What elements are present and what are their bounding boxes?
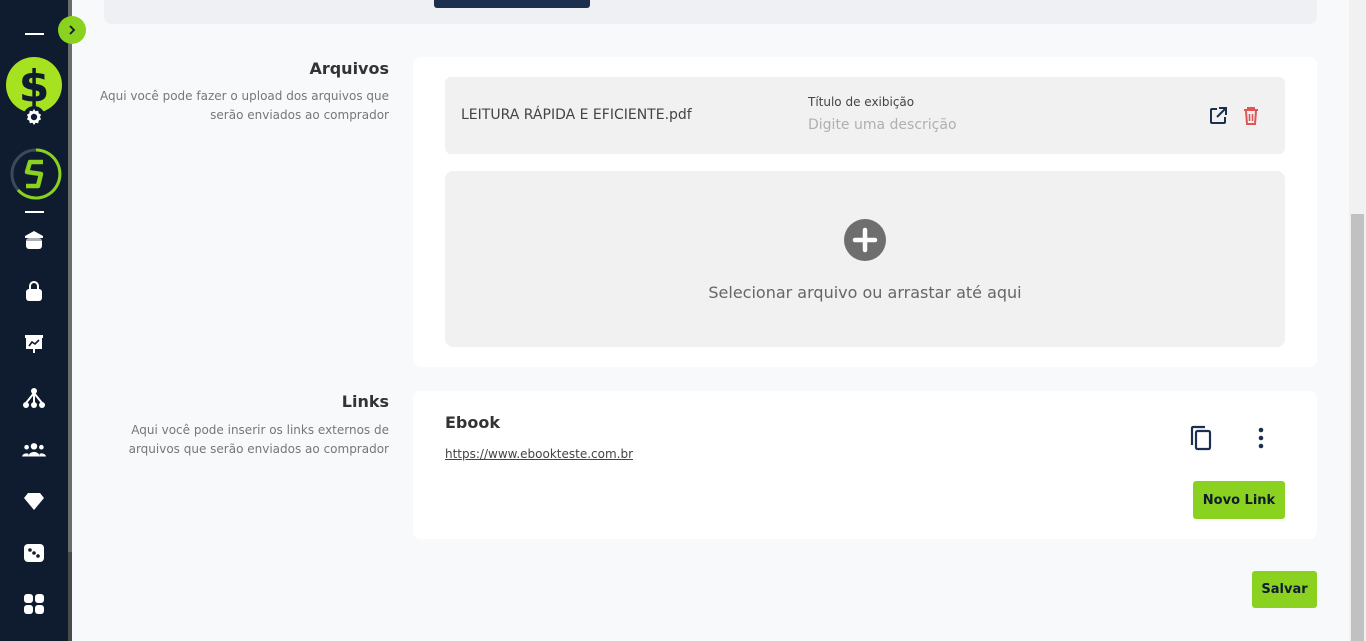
- scrollbar-thumb[interactable]: [1351, 214, 1364, 641]
- page-scrollbar[interactable]: [1349, 0, 1366, 641]
- users-group-icon[interactable]: [22, 438, 46, 462]
- link-item-url[interactable]: https://www.ebookteste.com.br: [445, 447, 633, 461]
- gear-icon[interactable]: [22, 105, 46, 129]
- file-row: LEITURA RÁPIDA E EFICIENTE.pdf Título de…: [445, 77, 1285, 154]
- links-section-title: Links: [341, 392, 389, 411]
- sidebar-edge: [68, 0, 72, 641]
- brand-s-logo[interactable]: [10, 148, 62, 200]
- presentation-chart-icon[interactable]: [22, 331, 46, 355]
- open-external-icon[interactable]: [1206, 104, 1230, 128]
- home-icon[interactable]: [22, 228, 46, 252]
- chevron-right-icon: [69, 25, 76, 35]
- files-section-title: Arquivos: [309, 59, 389, 78]
- delete-icon[interactable]: [1239, 104, 1263, 128]
- links-card: [413, 391, 1317, 539]
- shopping-bag-icon[interactable]: [22, 280, 46, 304]
- svg-text:$: $: [19, 62, 50, 108]
- previous-section-button[interactable]: [434, 0, 590, 8]
- divider: [25, 211, 44, 213]
- save-button[interactable]: Salvar: [1252, 571, 1317, 608]
- dice-icon[interactable]: [22, 541, 46, 565]
- files-section-description: Aqui você pode fazer o upload dos arquiv…: [99, 89, 389, 122]
- copy-icon[interactable]: [1189, 425, 1213, 451]
- diamond-icon[interactable]: [22, 489, 46, 513]
- network-icon[interactable]: [22, 386, 46, 410]
- new-link-button[interactable]: Novo Link: [1193, 481, 1285, 519]
- previous-section-card: [104, 0, 1317, 24]
- links-section-description: Aqui você pode inserir os links externos…: [128, 423, 389, 456]
- file-upload-dropzone[interactable]: Selecionar arquivo ou arrastar até aqui: [445, 171, 1285, 347]
- dropzone-text: Selecionar arquivo ou arrastar até aqui: [708, 283, 1022, 302]
- sidebar: $: [0, 0, 68, 641]
- apps-grid-icon[interactable]: [22, 592, 46, 616]
- more-vertical-icon[interactable]: [1249, 426, 1273, 450]
- link-item-title: Ebook: [445, 413, 501, 432]
- sidebar-toggle-button[interactable]: [58, 16, 86, 44]
- plus-icon: [844, 219, 886, 261]
- display-title-label: Título de exibição: [808, 95, 915, 109]
- divider: [25, 33, 44, 35]
- file-name: LEITURA RÁPIDA E EFICIENTE.pdf: [461, 107, 692, 123]
- display-title-input[interactable]: [808, 117, 1108, 133]
